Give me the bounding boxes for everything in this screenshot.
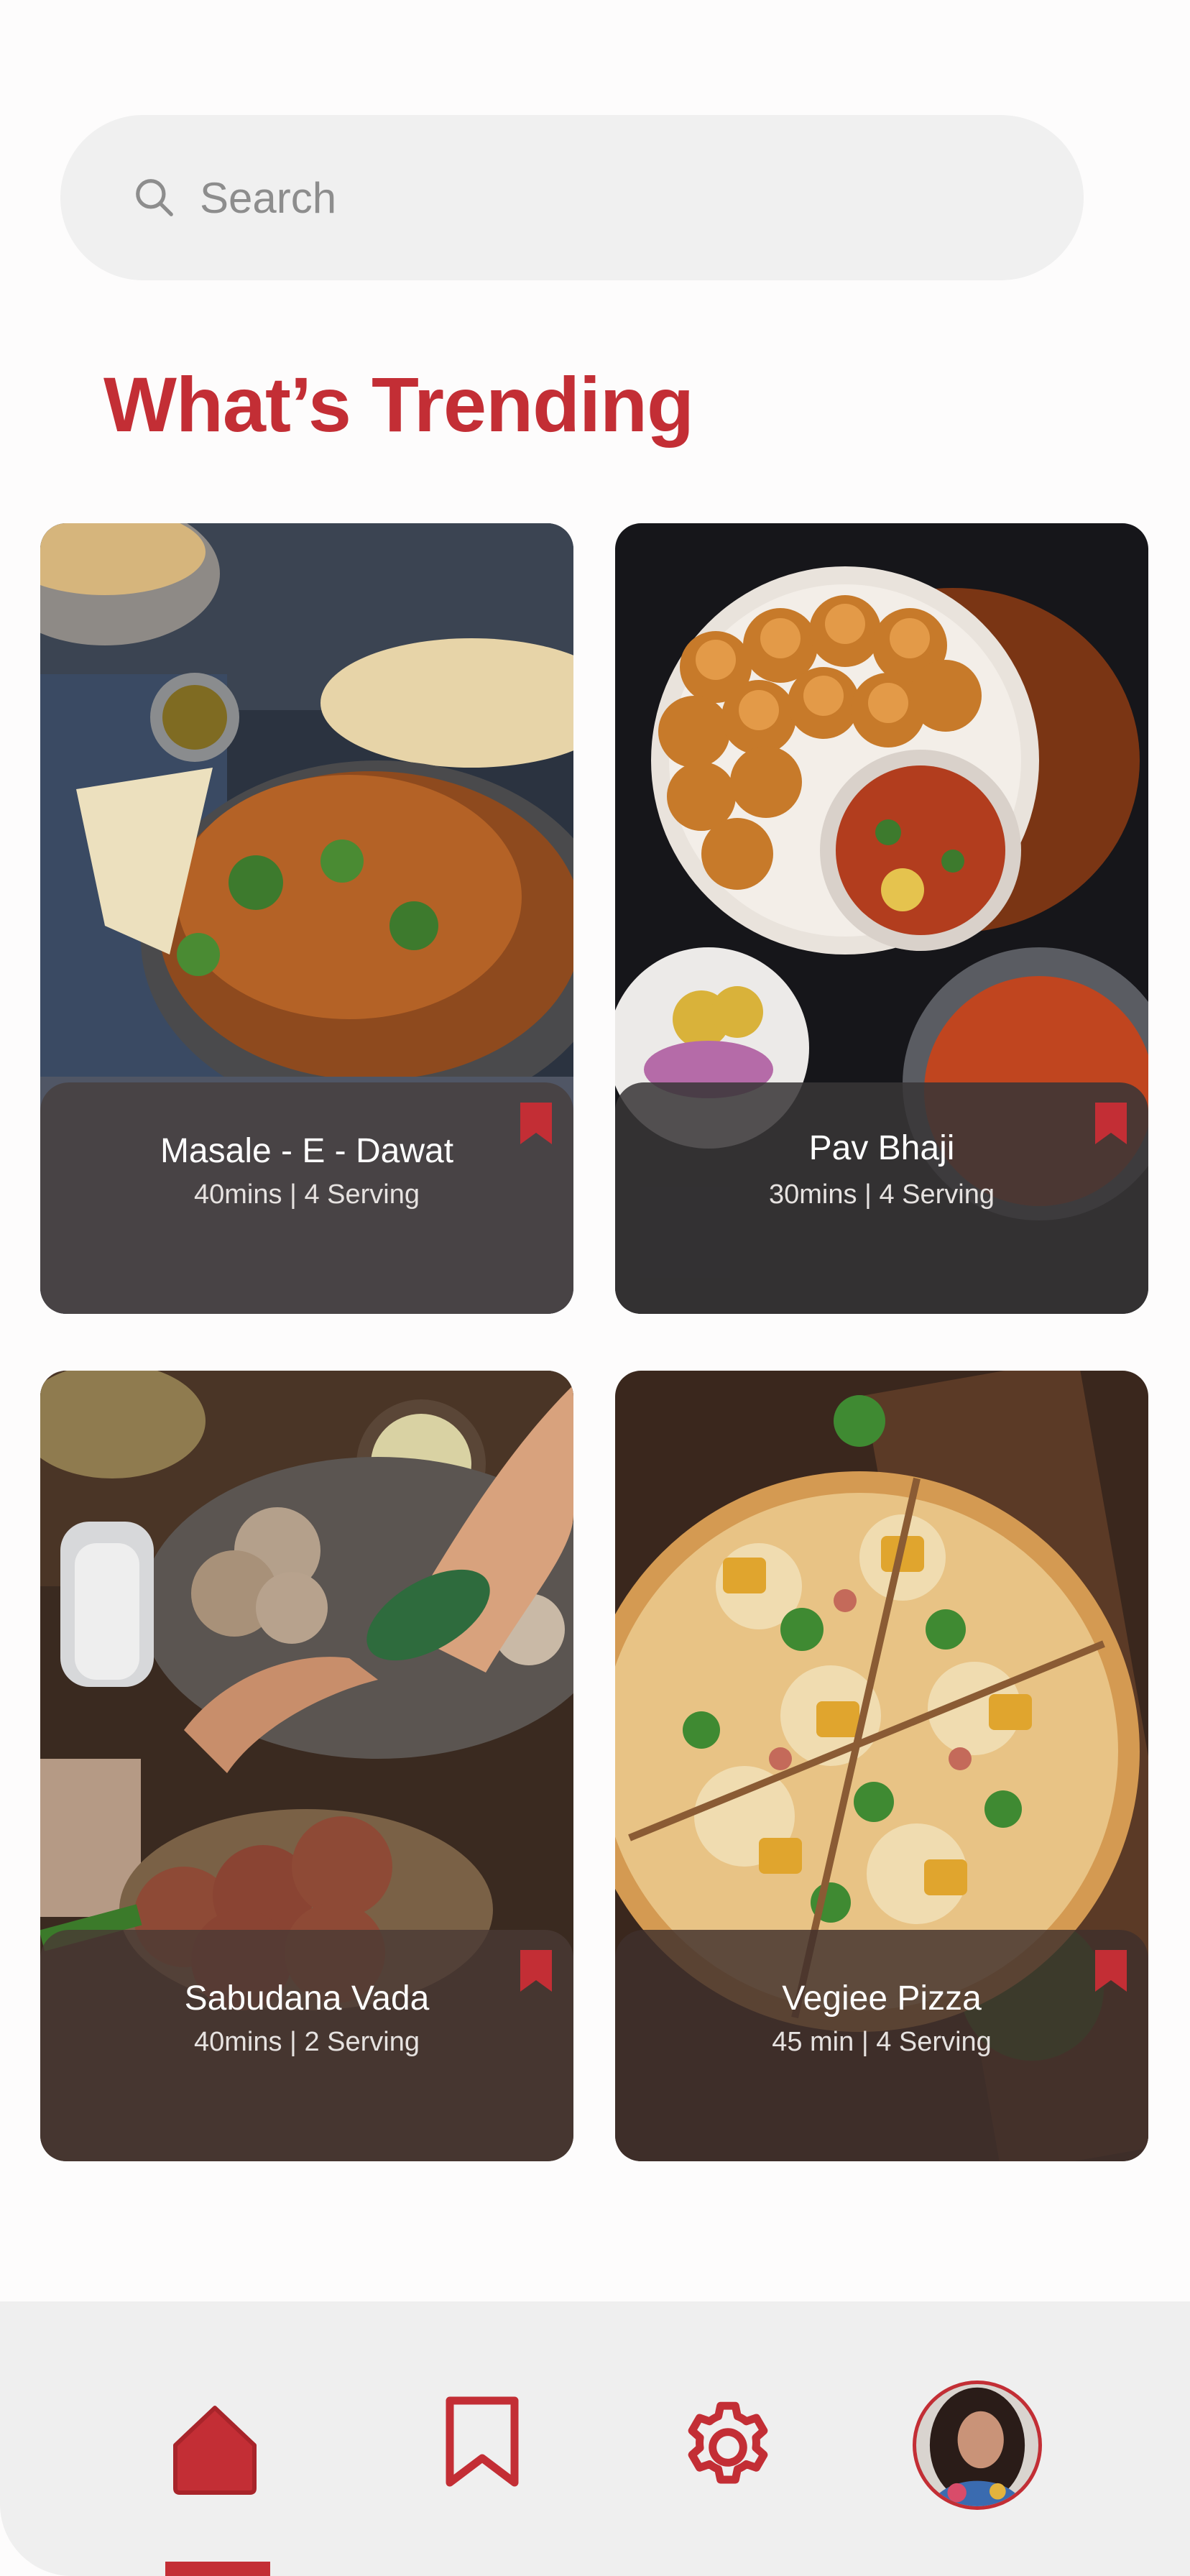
recipe-card[interactable]: Masale - E - Dawat 40mins | 4 Serving bbox=[40, 523, 573, 1314]
home-icon[interactable] bbox=[170, 2404, 260, 2497]
bookmark-icon[interactable] bbox=[444, 2396, 520, 2488]
recipe-info-panel: Masale - E - Dawat 40mins | 4 Serving bbox=[40, 1082, 573, 1314]
bookmark-icon[interactable] bbox=[519, 1103, 553, 1146]
search-input[interactable]: Search bbox=[200, 173, 336, 223]
bookmark-icon[interactable] bbox=[519, 1950, 553, 1993]
recipe-card[interactable]: Vegiee Pizza 45 min | 4 Serving bbox=[615, 1371, 1148, 2161]
recipe-card[interactable]: Pav Bhaji 30mins | 4 Serving bbox=[615, 523, 1148, 1314]
section-title: What’s Trending bbox=[103, 361, 694, 448]
bookmark-icon[interactable] bbox=[1094, 1950, 1128, 1993]
search-bar[interactable]: Search bbox=[60, 115, 1084, 280]
bottom-navigation bbox=[0, 2301, 1190, 2576]
recipe-info-panel: Pav Bhaji 30mins | 4 Serving bbox=[615, 1082, 1148, 1314]
recipe-meta: 40mins | 4 Serving bbox=[193, 1179, 420, 1210]
gear-icon[interactable] bbox=[675, 2395, 780, 2500]
recipe-meta: 30mins | 4 Serving bbox=[768, 1179, 995, 1210]
recipe-meta: 45 min | 4 Serving bbox=[772, 2027, 992, 2057]
recipe-name: Masale - E - Dawat bbox=[160, 1132, 454, 1170]
avatar-photo bbox=[916, 2384, 1038, 2506]
recipe-card[interactable]: Sabudana Vada 40mins | 2 Serving bbox=[40, 1371, 573, 2161]
recipe-name: Sabudana Vada bbox=[184, 1979, 430, 2018]
recipe-info-panel: Sabudana Vada 40mins | 2 Serving bbox=[40, 1930, 573, 2161]
search-icon bbox=[136, 179, 173, 216]
profile-avatar[interactable] bbox=[913, 2380, 1042, 2510]
recipe-name: Vegiee Pizza bbox=[782, 1979, 982, 2018]
active-tab-indicator bbox=[165, 2562, 270, 2576]
recipe-name: Pav Bhaji bbox=[808, 1129, 955, 1167]
bookmark-icon[interactable] bbox=[1094, 1103, 1128, 1146]
recipe-meta: 40mins | 2 Serving bbox=[193, 2027, 420, 2057]
recipe-info-panel: Vegiee Pizza 45 min | 4 Serving bbox=[615, 1930, 1148, 2161]
